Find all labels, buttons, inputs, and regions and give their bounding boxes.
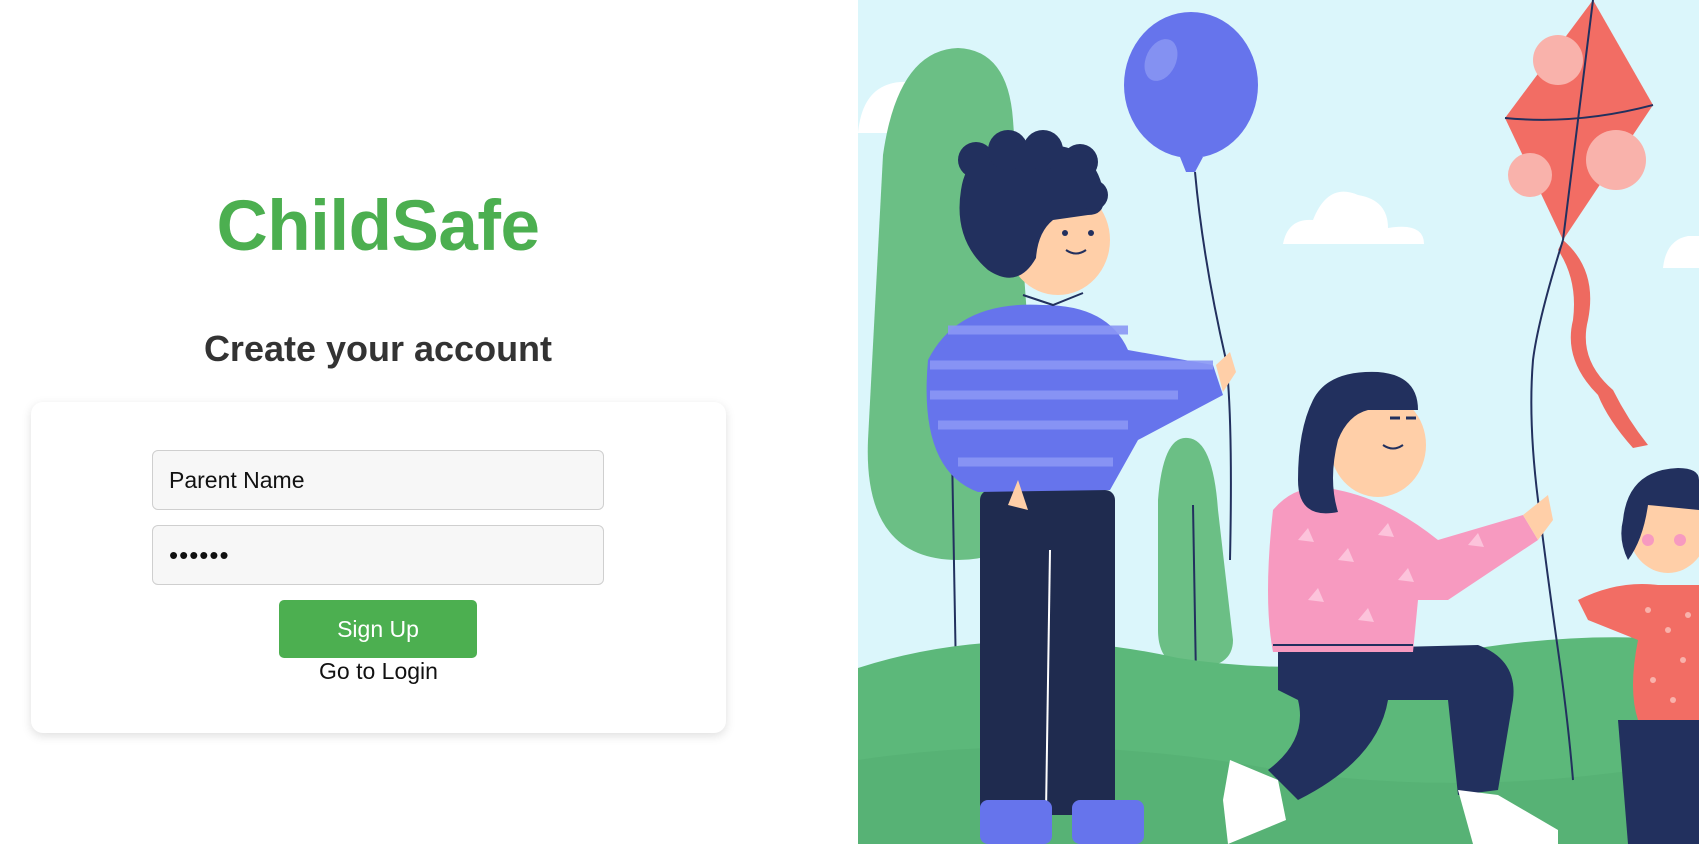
page-title: Create your account [203,328,553,369]
go-to-login-link[interactable]: Go to Login [31,658,726,685]
hero-illustration-panel [858,0,1699,844]
signup-form-card: Sign Up Go to Login [31,402,726,733]
signup-button[interactable]: Sign Up [279,600,477,658]
brand-logo-title: ChildSafe [216,187,540,266]
password-field[interactable] [152,525,604,585]
family-playing-outdoors-illustration [858,0,1699,844]
signup-panel: ChildSafe Create your account Sign Up Go… [0,0,858,844]
parent-name-field[interactable] [152,450,604,510]
